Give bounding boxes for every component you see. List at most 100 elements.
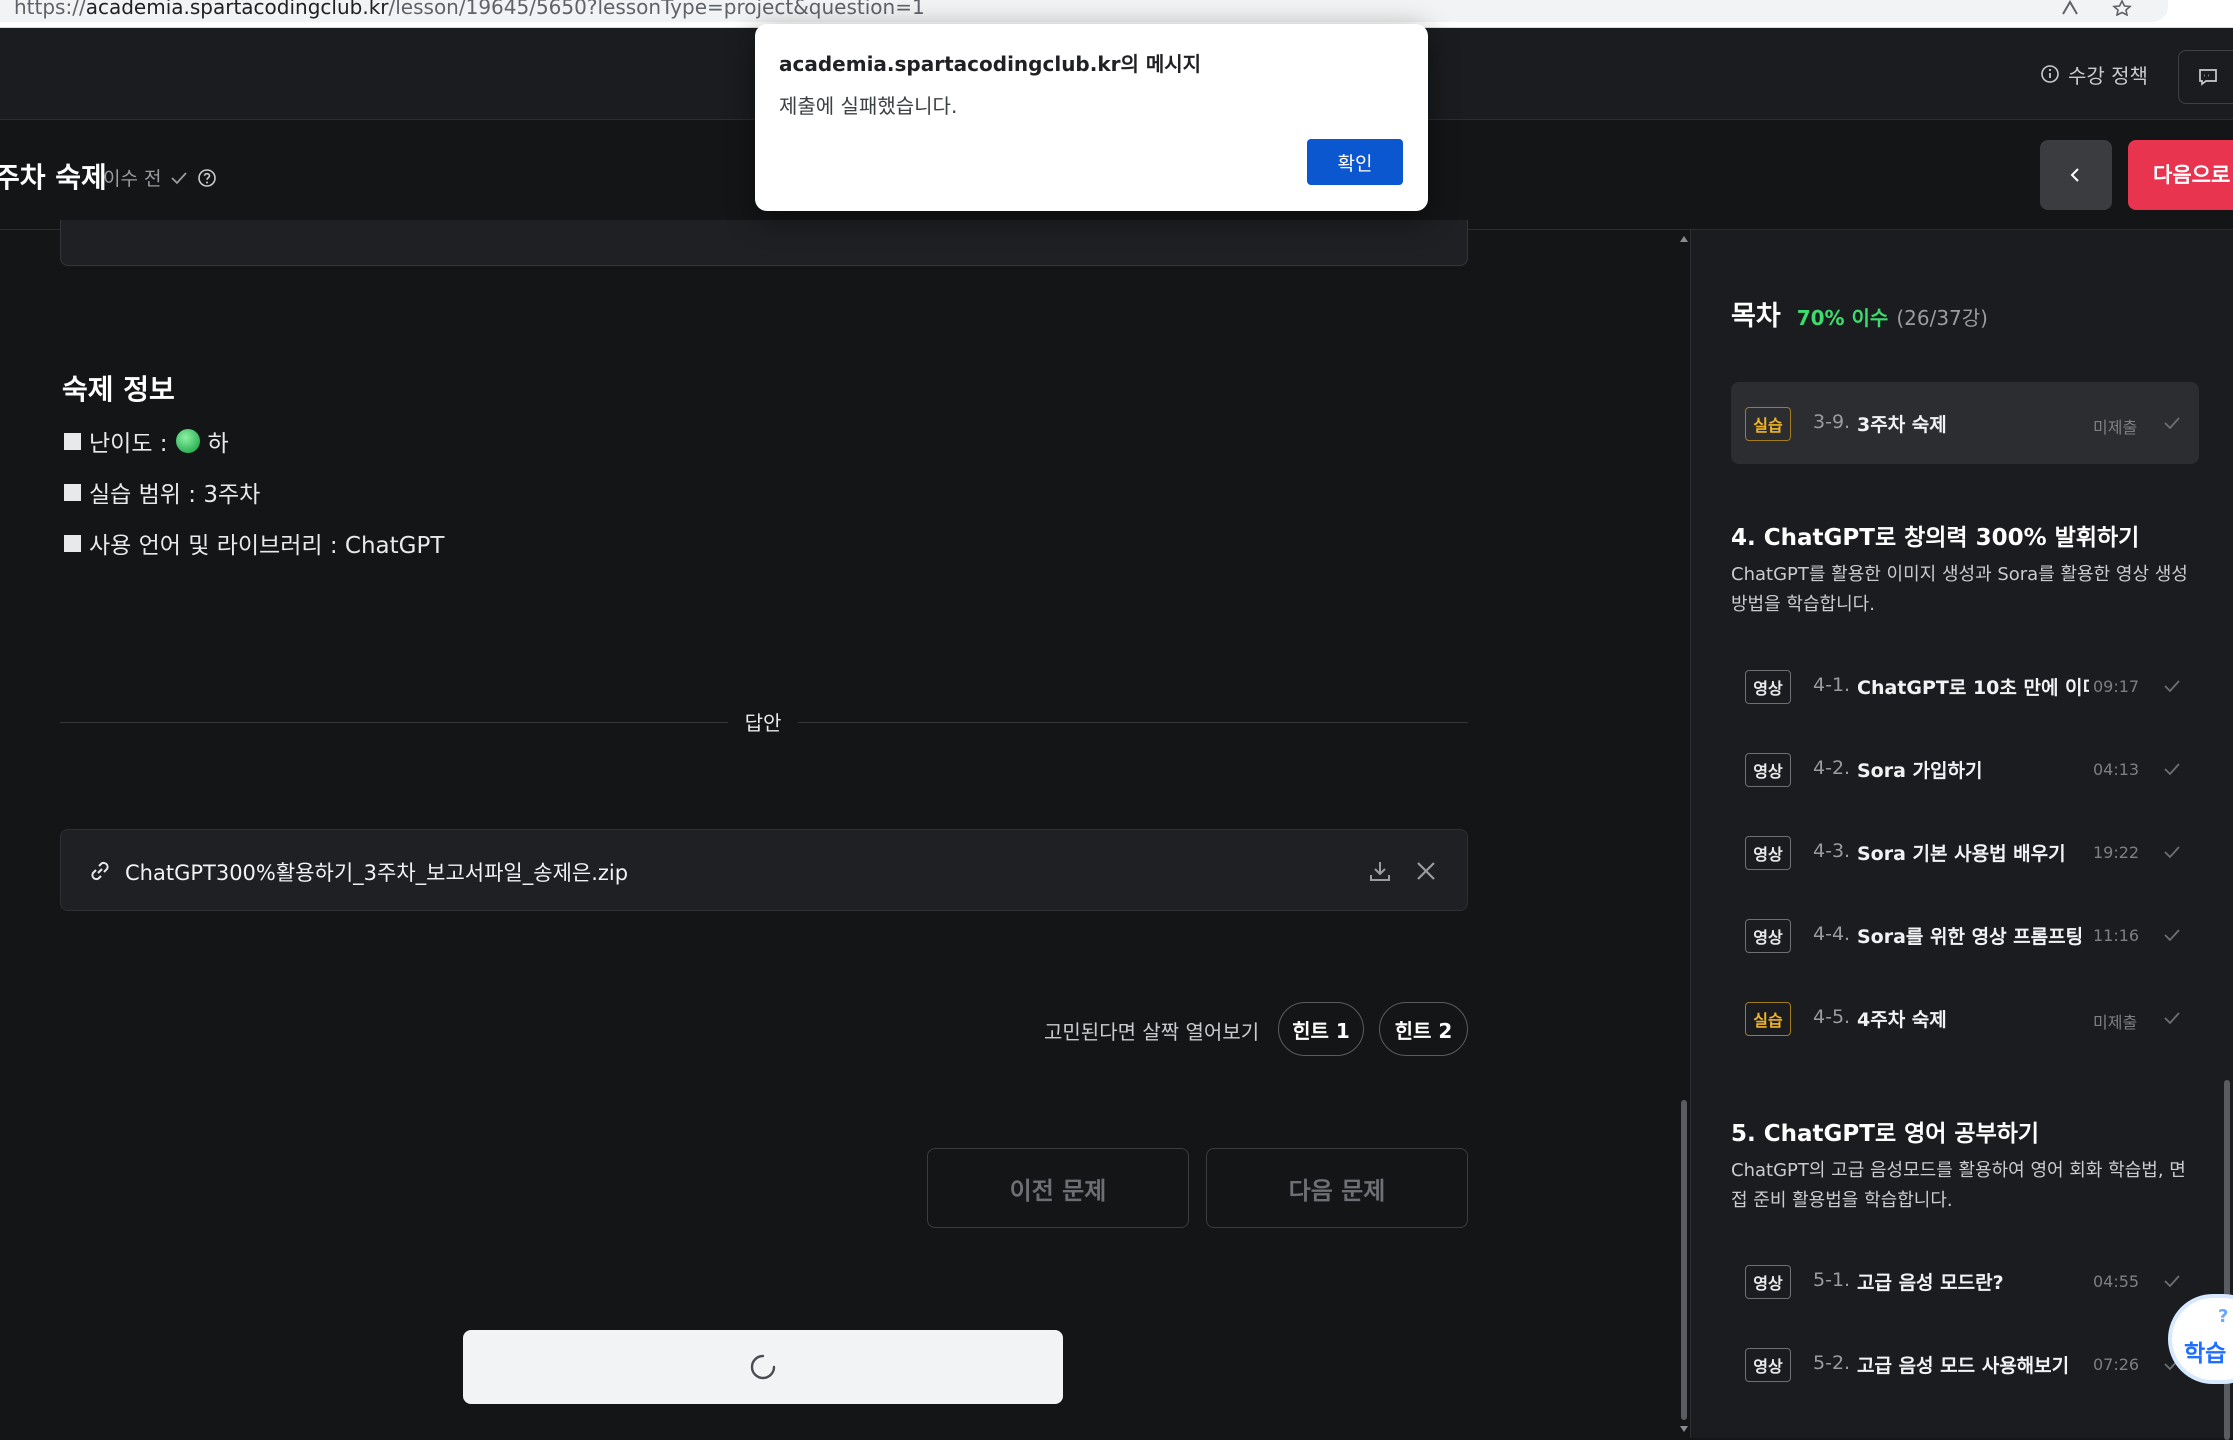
check-icon [2164, 929, 2180, 942]
green-circle-icon [175, 429, 200, 453]
toc-item-label: Sora 기본 사용법 배우기 [1857, 843, 2066, 865]
file-name[interactable]: ChatGPT300%활용하기_3주차_보고서파일_송제은.zip [125, 857, 628, 887]
homework-info-heading: 숙제 정보 [62, 373, 175, 406]
next-question-button[interactable]: 다음 문제 [1206, 1148, 1468, 1228]
toc-header: 목차 70% 이수 (26/37강) [1731, 294, 1988, 333]
toc-item-meta: 07:26 [2093, 1355, 2140, 1374]
address-bar-icons [2059, 0, 2133, 16]
toc-item-label: 고급 음성 모드 사용해보기 [1857, 1355, 2070, 1377]
read-aloud-icon[interactable] [2059, 0, 2081, 16]
question-mark-icon: ? [2218, 1306, 2229, 1327]
check-icon [2164, 763, 2180, 776]
toc-item-meta: 미제출 [2093, 418, 2138, 437]
difficulty-value: 하 [207, 431, 229, 457]
url-host: academia.spartacodingclub.kr [85, 0, 389, 19]
url-path: /lesson/19645/5650?lessonType=project&qu… [388, 0, 925, 19]
dialog-title: academia.spartacodingclub.kr의 메시지 [779, 52, 1202, 76]
toc-item-meta: 09:17 [2093, 677, 2140, 696]
widget-label: 학습 [2184, 1341, 2227, 1367]
toc-item-label: ChatGPT로 10초 만에 이미지 [1857, 677, 2089, 699]
video-tag: 영상 [1745, 1348, 1791, 1382]
toc-item-4-3[interactable]: 영상 4-3. Sora 기본 사용법 배우기 19:22 [1731, 811, 2199, 893]
toc-progress-percent: 70% 이수 [1796, 306, 1889, 330]
main-scrollbar[interactable] [1678, 230, 1690, 1438]
video-tag: 영상 [1745, 753, 1791, 787]
bookmark-star-icon[interactable] [2111, 0, 2133, 16]
language-item: 사용 언어 및 라이브러리 : ChatGPT [64, 526, 444, 560]
video-tag: 영상 [1745, 836, 1791, 870]
toc-item-label: 3주차 숙제 [1857, 414, 1947, 436]
scroll-thumb[interactable] [1681, 1100, 1687, 1420]
toc-item-4-1[interactable]: 영상 4-1. ChatGPT로 10초 만에 이미지 09:17 [1731, 645, 2199, 727]
practice-tag: 실습 [1745, 1002, 1791, 1036]
toc-item-number: 4-1. [1813, 674, 1851, 696]
url-field[interactable]: https://academia.spartacodingclub.kr/les… [0, 0, 2168, 22]
difficulty-label: 난이도 : [89, 431, 168, 457]
policy-link[interactable]: 수강 정책 [2040, 58, 2148, 90]
next-lesson-button[interactable]: 다음으로 [2128, 140, 2233, 210]
policy-label: 수강 정책 [2068, 63, 2148, 88]
loading-spinner-icon [750, 1354, 776, 1380]
download-icon[interactable] [1367, 858, 1393, 884]
section-4-desc: ChatGPT를 활용한 이미지 생성과 Sora를 활용한 영상 생성 방법을… [1731, 564, 2188, 615]
toc-item-label: 고급 음성 모드란? [1857, 1272, 2004, 1294]
lesson-title: 주차 숙제 [0, 161, 107, 194]
section-5-desc: ChatGPT의 고급 음성모드를 활용하여 영어 회화 학습법, 면접 준비 … [1731, 1160, 2186, 1211]
dialog-message: 제출에 실패했습니다. [779, 94, 958, 118]
bullet-square [64, 534, 81, 552]
check-icon [2164, 417, 2180, 430]
toc-sidebar: 목차 70% 이수 (26/37강) 실습 3-9. 3주차 숙제 미제출 4.… [1690, 230, 2233, 1440]
check-icon [171, 171, 188, 184]
toc-item-number: 4-2. [1813, 757, 1851, 779]
toc-item-number: 3-9. [1813, 411, 1851, 433]
toc-item-meta: 04:55 [2093, 1272, 2140, 1291]
section-4-title[interactable]: 4. ChatGPT로 창의력 300% 발휘하기 [1731, 518, 2139, 552]
toc-item-number: 4-4. [1813, 923, 1851, 945]
sidebar-scroll-thumb[interactable] [2224, 1080, 2230, 1440]
answer-label: 답안 [728, 708, 798, 738]
alert-dialog: academia.spartacodingclub.kr의 메시지 제출에 실패… [755, 24, 1428, 211]
attached-file-row: ChatGPT300%활용하기_3주차_보고서파일_송제은.zip [60, 829, 1468, 911]
url-prefix: https:// [14, 0, 86, 19]
info-icon [2041, 65, 2059, 83]
check-icon [2164, 680, 2180, 693]
bullet-square [64, 432, 81, 450]
chat-icon [2199, 69, 2217, 86]
scroll-up-arrow[interactable] [1680, 236, 1688, 242]
toc-item-4-4[interactable]: 영상 4-4. Sora를 위한 영상 프롬프팅 11:16 [1731, 894, 2199, 976]
toc-item-4-2[interactable]: 영상 4-2. Sora 가입하기 04:13 [1731, 728, 2199, 810]
toc-item-meta: 미제출 [2093, 1013, 2138, 1032]
toc-item-current[interactable]: 실습 3-9. 3주차 숙제 미제출 [1731, 382, 2199, 464]
toc-item-label: Sora 가입하기 [1857, 760, 1983, 782]
lesson-status-label: 이수 전 [103, 168, 162, 190]
submit-button[interactable] [463, 1330, 1063, 1404]
toc-item-meta: 19:22 [2093, 843, 2140, 862]
sidebar-scrollbar[interactable] [2221, 380, 2233, 1440]
check-icon [2164, 1012, 2180, 1025]
toc-item-5-2[interactable]: 영상 5-2. 고급 음성 모드 사용해보기 07:26 [1731, 1323, 2199, 1405]
toc-item-5-1[interactable]: 영상 5-1. 고급 음성 모드란? 04:55 [1731, 1240, 2199, 1322]
toc-item-4-5[interactable]: 실습 4-5. 4주차 숙제 미제출 [1731, 977, 2199, 1059]
lesson-status: 이수 전 [103, 164, 217, 191]
help-icon[interactable] [197, 168, 217, 188]
hint-2-button[interactable]: 힌트 2 [1379, 1002, 1468, 1056]
previous-content-box [60, 220, 1468, 266]
hint-1-button[interactable]: 힌트 1 [1278, 1002, 1364, 1056]
toc-item-number: 4-5. [1813, 1006, 1851, 1028]
chat-button[interactable] [2178, 50, 2233, 104]
practice-tag: 실습 [1745, 407, 1791, 441]
check-icon [2164, 846, 2180, 859]
dialog-ok-button[interactable]: 확인 [1307, 139, 1403, 185]
close-icon[interactable] [1415, 860, 1437, 882]
toc-item-number: 5-2. [1813, 1352, 1851, 1374]
range-text: 실습 범위 : 3주차 [89, 482, 261, 508]
range-item: 실습 범위 : 3주차 [64, 475, 260, 509]
toc-item-number: 5-1. [1813, 1269, 1851, 1291]
previous-question-button[interactable]: 이전 문제 [927, 1148, 1189, 1228]
main-content: 숙제 정보 난이도 : 하 실습 범위 : 3주차 사용 언어 및 라이브러리 … [0, 220, 1690, 1438]
difficulty-item: 난이도 : 하 [64, 424, 229, 458]
previous-lesson-button[interactable] [2040, 140, 2112, 210]
hint-prompt: 고민된다면 살짝 열어보기 [1044, 1020, 1260, 1044]
scroll-down-arrow[interactable] [1680, 1426, 1688, 1432]
section-5-title[interactable]: 5. ChatGPT로 영어 공부하기 [1731, 1114, 2039, 1148]
